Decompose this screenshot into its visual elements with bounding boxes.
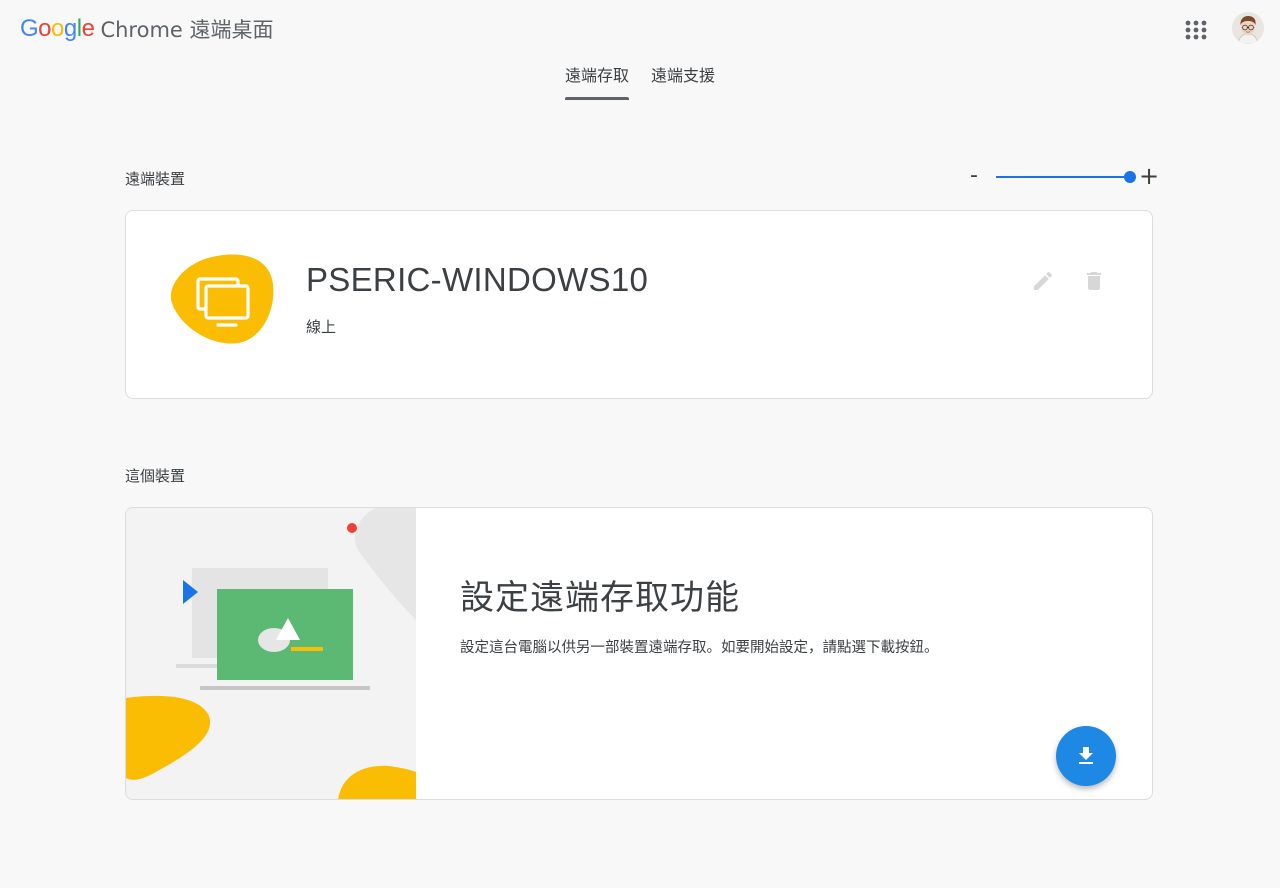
- slider-thumb[interactable]: [1124, 171, 1136, 183]
- user-avatar[interactable]: [1232, 12, 1264, 44]
- setup-illustration: [126, 508, 416, 799]
- remote-devices-heading: 遠端裝置: [125, 170, 186, 188]
- download-button[interactable]: [1056, 726, 1116, 786]
- download-icon: [1079, 747, 1093, 764]
- apps-grid-icon[interactable]: [1183, 17, 1209, 43]
- device-name: PSERIC-WINDOWS10: [306, 261, 649, 298]
- setup-card: 設定遠端存取功能 設定這台電腦以供另一部裝置遠端存取。如要開始設定，請點選下載按…: [125, 507, 1153, 800]
- logo-letter: G: [20, 15, 39, 42]
- tab-remote-access[interactable]: 遠端存取: [564, 60, 630, 100]
- product-name: Chrome 遠端桌面: [100, 18, 274, 42]
- google-logo: Google: [20, 15, 95, 43]
- logo-letter: o: [51, 15, 64, 42]
- mode-tabs: 遠端存取 遠端支援: [0, 60, 1280, 100]
- app-logo[interactable]: Google Chrome 遠端桌面: [20, 14, 274, 44]
- device-status: 線上: [306, 318, 337, 336]
- this-device-heading: 這個裝置: [125, 467, 186, 485]
- zoom-out-button[interactable]: -: [967, 163, 981, 188]
- logo-letter: g: [63, 15, 77, 42]
- zoom-slider[interactable]: [996, 170, 1136, 184]
- slider-fill: [996, 176, 1130, 178]
- logo-letter: e: [81, 15, 95, 42]
- zoom-in-button[interactable]: +: [1139, 162, 1159, 190]
- device-card[interactable]: PSERIC-WINDOWS10 線上: [125, 210, 1153, 399]
- setup-title: 設定遠端存取功能: [460, 578, 740, 618]
- setup-description: 設定這台電腦以供另一部裝置遠端存取。如要開始設定，請點選下載按鈕。: [460, 640, 939, 656]
- delete-icon[interactable]: [1082, 269, 1106, 293]
- tab-remote-support[interactable]: 遠端支援: [651, 60, 715, 100]
- computer-icon: [168, 253, 274, 345]
- logo-letter: o: [38, 15, 52, 42]
- edit-icon[interactable]: [1031, 269, 1055, 293]
